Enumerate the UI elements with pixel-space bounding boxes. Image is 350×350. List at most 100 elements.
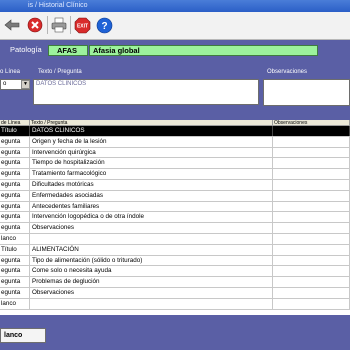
patologia-label: Patología (10, 45, 42, 54)
table-row[interactable]: egunta Intervención quirúrgica (0, 147, 350, 159)
cell-tipo: egunta (0, 136, 30, 147)
table-row[interactable]: egunta Problemas de deglución (0, 277, 350, 288)
cell-tipo: egunta (0, 223, 30, 233)
cell-tipo: egunta (0, 255, 30, 266)
cell-tipo: Título (0, 244, 30, 255)
cell-observaciones (273, 179, 350, 190)
table-row[interactable]: egunta Come solo o necesita ayuda (0, 266, 350, 278)
table-row[interactable]: egunta Tipo de alimentación (sólido o tri… (0, 255, 350, 267)
cell-tipo: egunta (0, 190, 30, 201)
cell-texto: Enfermedades asociadas (30, 190, 273, 201)
cell-texto: Problemas de deglución (30, 277, 273, 287)
cell-observaciones (273, 147, 350, 158)
cell-observaciones (273, 233, 350, 244)
help-text: ? (101, 21, 107, 32)
cell-observaciones (273, 287, 350, 298)
cell-texto: Tratamiento farmacológico (30, 169, 273, 179)
table-row[interactable]: egunta Tratamiento farmacológico (0, 169, 350, 180)
toolbar-separator (70, 16, 71, 34)
cell-texto: Dificultades motóricas (30, 179, 273, 190)
texto-pregunta-label: Texto / Pregunta (38, 69, 82, 75)
table-row[interactable]: egunta Observaciones (0, 287, 350, 299)
cell-tipo: egunta (0, 201, 30, 212)
delete-button[interactable] (25, 15, 45, 35)
cell-texto: Origen y fecha de la lesión (30, 136, 273, 147)
table-row[interactable]: lanco (0, 298, 350, 310)
cell-texto (30, 233, 273, 244)
cell-texto: DATOS CLINICOS (30, 126, 273, 136)
exit-button[interactable]: EXIT (72, 15, 92, 35)
cell-texto: Intervención logopédica o de otra índole (30, 212, 273, 223)
cell-tipo: Título (0, 126, 30, 136)
table-row[interactable]: lanco (0, 233, 350, 245)
help-button[interactable]: ? (94, 15, 114, 35)
cell-observaciones (273, 158, 350, 169)
cell-tipo: lanco (0, 233, 30, 244)
cell-observaciones (273, 190, 350, 201)
table-row[interactable]: egunta Dificultades motóricas (0, 179, 350, 191)
cell-texto: Tipo de alimentación (sólido o triturado… (30, 255, 273, 266)
table-row[interactable]: egunta Antecedentes familiares (0, 201, 350, 213)
lines-table: de Línea Texto / Pregunta Observaciones … (0, 120, 350, 315)
cell-texto: Come solo o necesita ayuda (30, 266, 273, 277)
cell-tipo: egunta (0, 287, 30, 298)
cell-texto: ALIMENTACIÓN (30, 244, 273, 255)
cell-observaciones (273, 266, 350, 277)
cell-texto: Observaciones (30, 287, 273, 298)
cell-observaciones (273, 255, 350, 266)
exit-text: EXIT (76, 23, 87, 29)
back-button[interactable] (2, 15, 22, 35)
cell-tipo: egunta (0, 266, 30, 277)
observaciones-label: Observaciones (267, 69, 308, 75)
patologia-code-field: AFAS (48, 45, 88, 56)
bottom-bar: lanco (0, 315, 350, 350)
exit-icon: EXIT (74, 17, 90, 33)
cell-tipo: egunta (0, 169, 30, 179)
cell-texto: Antecedentes familiares (30, 201, 273, 212)
cell-tipo: egunta (0, 277, 30, 287)
cell-observaciones (273, 298, 350, 309)
cell-tipo: egunta (0, 179, 30, 190)
cell-tipo: lanco (0, 298, 30, 309)
window-title: is / Historial Clínico (28, 2, 88, 9)
cell-tipo: egunta (0, 212, 30, 223)
cell-texto: Tiempo de hospitalización (30, 158, 273, 169)
cell-observaciones (273, 169, 350, 179)
chevron-down-icon[interactable]: ▼ (21, 80, 30, 89)
toolbar-separator (47, 16, 48, 34)
table-row[interactable]: egunta Origen y fecha de la lesión (0, 136, 350, 148)
observaciones-input[interactable] (263, 79, 350, 106)
texto-pregunta-input[interactable]: DATOS CLINICOS (33, 79, 259, 105)
cell-observaciones (273, 212, 350, 223)
patologia-name-field: Afasia global (89, 45, 318, 56)
table-row[interactable]: Título DATOS CLINICOS (0, 126, 350, 137)
cell-texto: Intervención quirúrgica (30, 147, 273, 158)
cell-texto: Observaciones (30, 223, 273, 233)
cell-observaciones (273, 126, 350, 136)
cell-observaciones (273, 277, 350, 287)
cell-observaciones (273, 244, 350, 255)
cell-observaciones (273, 223, 350, 233)
print-button[interactable] (49, 15, 69, 35)
table-row[interactable]: egunta Intervención logopédica o de otra … (0, 212, 350, 224)
cell-tipo: egunta (0, 147, 30, 158)
table-row[interactable]: egunta Tiempo de hospitalización (0, 158, 350, 170)
table-row[interactable]: egunta Observaciones (0, 223, 350, 234)
blank-line-button[interactable]: lanco (0, 328, 46, 343)
cell-observaciones (273, 201, 350, 212)
cell-observaciones (273, 136, 350, 147)
cell-tipo: egunta (0, 158, 30, 169)
window-title-bar: is / Historial Clínico (0, 0, 350, 12)
cell-texto (30, 298, 273, 309)
edit-form-panel: o Línea Texto / Pregunta Observaciones o… (0, 62, 350, 120)
table-row[interactable]: Título ALIMENTACIÓN (0, 244, 350, 256)
toolbar: EXIT ? (0, 12, 350, 40)
help-icon: ? (96, 17, 112, 33)
back-arrow-icon (4, 19, 20, 31)
table-body: Título DATOS CLINICOS egunta Origen y fecha… (0, 126, 350, 310)
delete-icon (27, 17, 43, 33)
table-row[interactable]: egunta Enfermedades asociadas (0, 190, 350, 202)
tipo-linea-label: o Línea (0, 69, 21, 75)
patologia-bar: Patología AFAS Afasia global (0, 40, 350, 62)
print-icon (51, 17, 67, 33)
